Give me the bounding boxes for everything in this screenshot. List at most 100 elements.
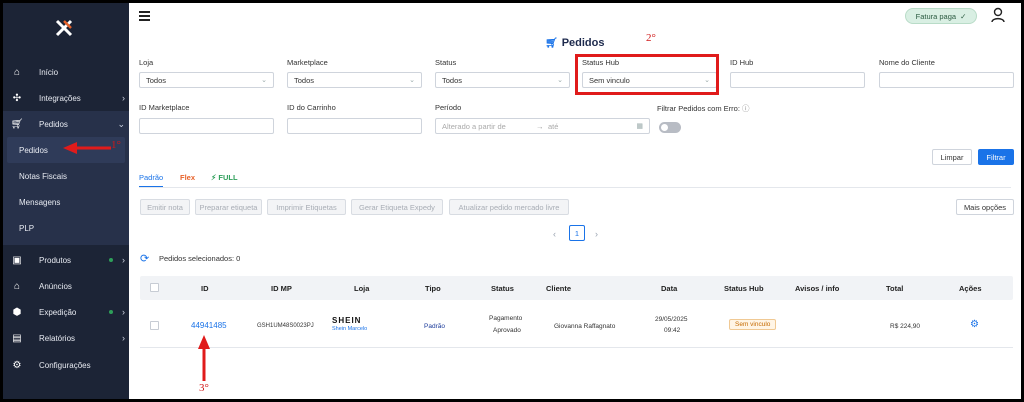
page-title: 🛒︎ Pedidos: [545, 37, 605, 49]
sidebar-subitem-label: PLP: [19, 223, 35, 233]
store-icon: ⌂: [13, 280, 21, 292]
tab-full-label: FULL: [218, 173, 238, 182]
puzzle-icon: ✣: [12, 92, 22, 104]
mais-opcoes-button[interactable]: Mais opções: [956, 199, 1014, 215]
report-icon: ▤: [12, 332, 22, 344]
loja-select[interactable]: Todos ⌄: [139, 72, 274, 88]
sidebar-item-label: Relatórios: [39, 333, 76, 343]
sidebar-item-expedicao[interactable]: ⬢ Expedição ›: [3, 299, 129, 325]
sidebar-subitem-mensagens[interactable]: Mensagens: [3, 189, 129, 215]
hamburger-menu-icon[interactable]: [139, 11, 150, 21]
sidebar-item-anuncios[interactable]: ⌂ Anúncios: [3, 273, 129, 299]
sidebar-item-integracoes[interactable]: ✣ Integrações ›: [3, 85, 129, 111]
sidebar-item-configuracoes[interactable]: ⚙ Configurações: [3, 352, 129, 378]
row-divider: [140, 347, 1013, 348]
column-header-status-hub: Status Hub: [724, 284, 764, 293]
sidebar-item-relatorios[interactable]: ▤ Relatórios ›: [3, 325, 129, 351]
sidebar-item-label: Configurações: [39, 360, 91, 370]
order-id-link[interactable]: 44941485: [191, 321, 227, 330]
column-header-tipo: Tipo: [425, 284, 441, 293]
page-title-text: Pedidos: [561, 37, 605, 49]
column-header-acoes: Ações: [959, 284, 982, 293]
column-header-status: Status: [491, 284, 514, 293]
marketplace-label: Marketplace: [287, 58, 328, 67]
tab-padrao[interactable]: Padrão: [139, 173, 163, 182]
id-marketplace-input[interactable]: [139, 118, 274, 134]
sidebar-subitem-label: Pedidos: [19, 145, 48, 155]
chevron-down-icon: ⌄: [117, 118, 125, 129]
sidebar-item-produtos[interactable]: ▣ Produtos ›: [3, 247, 129, 273]
atualizar-pedido-mercado-livre-button[interactable]: Atualizar pedido mercado livre: [449, 199, 569, 215]
filtrar-erro-label: Filtrar Pedidos com Erro: ⓘ: [657, 103, 750, 114]
highlight-box-status-hub: [575, 54, 719, 95]
annotation-step-3: 3°: [199, 382, 209, 394]
order-id-mp: GSH1UM48S0023PJ: [257, 323, 314, 329]
gerar-etiqueta-expedy-button[interactable]: Gerar Etiqueta Expedy: [351, 199, 443, 215]
sidebar-item-inicio[interactable]: ⌂ Início: [3, 59, 129, 85]
status-line1: Pagamento: [489, 315, 523, 322]
periodo-range-input[interactable]: Alterado a partir de → até ▦: [435, 118, 650, 134]
logo: [55, 19, 73, 37]
id-carrinho-input[interactable]: [287, 118, 422, 134]
filtrar-button[interactable]: Filtrar: [978, 149, 1014, 165]
imprimir-etiquetas-button[interactable]: Imprimir Etiquetas: [267, 199, 346, 215]
sidebar-item-pedidos[interactable]: 🛒︎ Pedidos ⌄: [3, 111, 129, 137]
sidebar-item-label: Início: [39, 67, 59, 77]
filtrar-erro-text: Filtrar Pedidos com Erro:: [657, 104, 740, 113]
fatura-paga-badge[interactable]: Fatura paga ✓: [905, 8, 977, 24]
select-all-checkbox[interactable]: [150, 283, 159, 292]
pagination-prev-icon[interactable]: ‹: [553, 229, 556, 239]
cart-icon: 🛒︎: [545, 37, 558, 49]
column-header-loja: Loja: [354, 284, 370, 293]
filtrar-erro-toggle[interactable]: [659, 122, 681, 133]
column-header-cliente: Cliente: [546, 284, 572, 293]
cart-icon: 🛒︎: [10, 118, 24, 130]
column-header-avisos-info: Avisos / info: [795, 284, 840, 293]
status-select[interactable]: Todos ⌄: [435, 72, 570, 88]
annotation-step-2: 2°: [646, 32, 656, 44]
preparar-etiqueta-button[interactable]: Preparar etiqueta: [195, 199, 262, 215]
loja-name-link[interactable]: Shein Marcelo: [332, 326, 367, 332]
gear-icon[interactable]: ⚙: [970, 319, 979, 330]
tab-full[interactable]: ⚡︎ FULL: [211, 173, 238, 182]
tab-flex[interactable]: Flex: [180, 173, 195, 182]
cliente-value: Giovanna Raffagnato: [554, 323, 616, 330]
status-dot: [109, 310, 113, 314]
status-label: Status: [435, 58, 457, 67]
row-checkbox[interactable]: [150, 321, 159, 330]
nome-cliente-label: Nome do Cliente: [879, 58, 935, 67]
id-hub-label: ID Hub: [730, 58, 754, 67]
nome-cliente-input[interactable]: [879, 72, 1014, 88]
data-time: 09:42: [664, 327, 681, 334]
refresh-icon[interactable]: ⟳: [140, 252, 149, 265]
marketplace-select[interactable]: Todos ⌄: [287, 72, 422, 88]
sidebar-item-label: Expedição: [39, 307, 77, 317]
pagination-page-current[interactable]: 1: [569, 225, 585, 241]
sidebar-subitem-notas-fiscais[interactable]: Notas Fiscais: [3, 163, 129, 189]
chevron-right-icon: ›: [122, 333, 125, 343]
user-icon[interactable]: [991, 7, 1005, 23]
emitir-nota-button[interactable]: Emitir nota: [140, 199, 190, 215]
loja-value: Todos: [146, 75, 167, 85]
sidebar-subitem-label: Notas Fiscais: [19, 171, 68, 181]
loja-label: Loja: [139, 58, 154, 67]
calendar-icon: ▦: [636, 123, 643, 130]
info-icon: ⓘ: [742, 104, 750, 113]
column-header-total: Total: [886, 284, 904, 293]
pedidos-selecionados-text: Pedidos selecionados: 0: [159, 254, 241, 263]
status-value: Todos: [442, 75, 463, 85]
annotation-arrow-up: [198, 335, 210, 381]
sidebar-item-label: Produtos: [39, 255, 72, 265]
sidebar-subitem-plp[interactable]: PLP: [3, 215, 129, 241]
id-carrinho-label: ID do Carrinho: [287, 103, 336, 112]
limpar-button[interactable]: Limpar: [932, 149, 972, 165]
marketplace-value: Todos: [294, 75, 315, 85]
column-header-id: ID: [201, 284, 209, 293]
sidebar-item-label: Anúncios: [39, 281, 72, 291]
tab-divider: [139, 187, 1011, 188]
pagination-next-icon[interactable]: ›: [595, 229, 598, 239]
annotation-arrow-left: [63, 142, 111, 154]
column-header-data: Data: [661, 284, 678, 293]
periodo-end-placeholder: até: [548, 121, 559, 131]
id-hub-input[interactable]: [730, 72, 865, 88]
